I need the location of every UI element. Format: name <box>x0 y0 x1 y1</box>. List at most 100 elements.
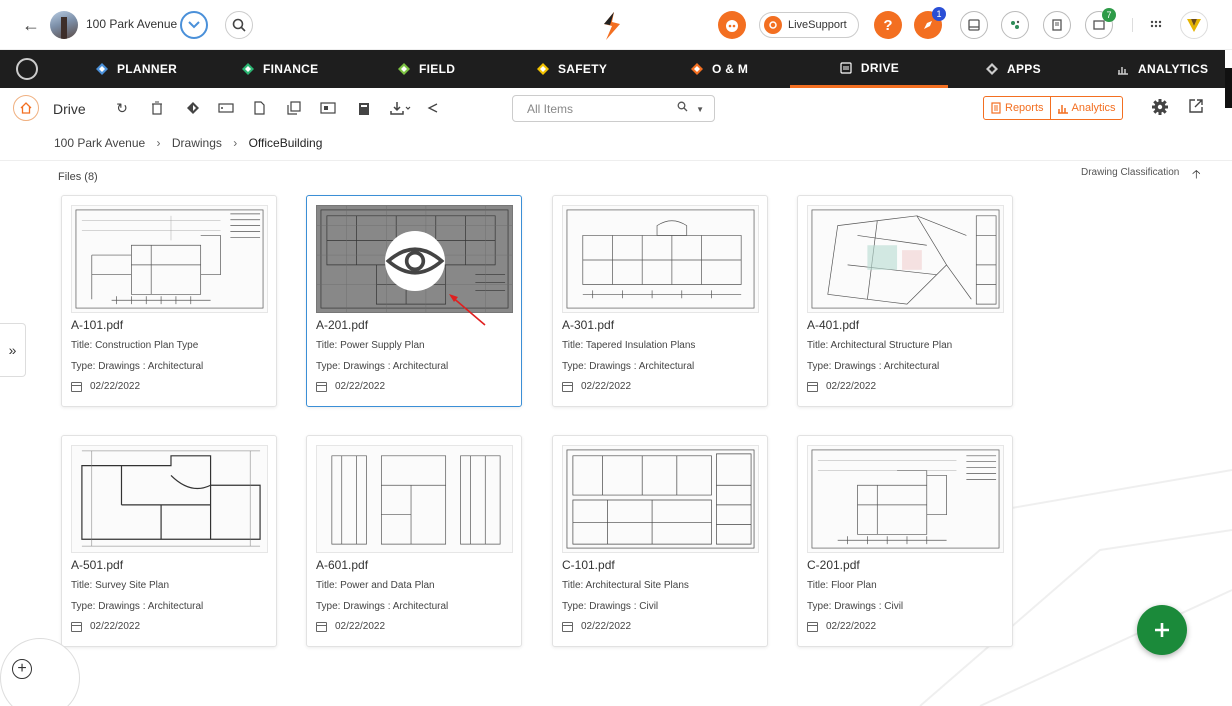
project-avatar[interactable] <box>50 11 78 39</box>
back-arrow-icon[interactable]: ← <box>22 15 40 36</box>
nav-apps[interactable]: APPS <box>985 50 1041 88</box>
global-search-button[interactable] <box>225 11 253 39</box>
field-icon <box>398 63 410 75</box>
file-card[interactable]: A-101.pdf Title: Construction Plan Type … <box>61 195 277 407</box>
file-card-selected[interactable]: A-201.pdf Title: Power Supply Plan Type:… <box>306 195 522 407</box>
search-placeholder: All Items <box>527 102 574 116</box>
file-card[interactable]: A-601.pdf Title: Power and Data Plan Typ… <box>306 435 522 647</box>
files-button[interactable] <box>1043 11 1071 39</box>
project-name[interactable]: 100 Park Avenue <box>86 17 177 31</box>
file-date: 02/22/2022 <box>562 621 631 632</box>
search-filter-icons[interactable]: ▼ <box>677 101 704 115</box>
calendar-icon <box>71 381 82 392</box>
file-name[interactable]: C-101.pdf <box>562 558 615 572</box>
pointer-arrow-annotation <box>449 294 486 326</box>
file-name[interactable]: A-501.pdf <box>71 558 123 572</box>
bot-assistant-button[interactable] <box>718 11 746 39</box>
file-card[interactable]: C-101.pdf Title: Architectural Site Plan… <box>552 435 768 647</box>
file-name[interactable]: A-101.pdf <box>71 318 123 332</box>
breadcrumb-item[interactable]: Drawings <box>172 136 222 150</box>
drawing-thumbnail[interactable] <box>71 445 268 553</box>
file-name[interactable]: A-601.pdf <box>316 558 368 572</box>
analytics-icon <box>1118 67 1128 75</box>
refresh-icon[interactable]: ↻ <box>113 99 131 117</box>
app-logo[interactable] <box>596 10 628 42</box>
drawing-thumbnail[interactable] <box>562 205 759 313</box>
nav-safety[interactable]: SAFETY <box>536 50 607 88</box>
file-type: Type: Drawings : Architectural <box>562 361 695 372</box>
analytics-button[interactable]: Analytics <box>1050 96 1123 120</box>
drawing-thumbnail[interactable] <box>562 445 759 553</box>
zoom-in-icon[interactable]: + <box>12 659 32 679</box>
calendar-icon <box>562 621 573 632</box>
nav-analytics[interactable]: ANALYTICS <box>1116 50 1208 88</box>
file-card[interactable]: A-501.pdf Title: Survey Site Plan Type: … <box>61 435 277 647</box>
drive-icon <box>840 61 852 74</box>
tag-icon[interactable] <box>217 99 235 117</box>
preview-button[interactable] <box>385 231 445 291</box>
sort-field-button[interactable]: Drawing Classification <box>1081 167 1179 178</box>
app-grid-button[interactable] <box>1142 11 1170 39</box>
file-name[interactable]: A-201.pdf <box>316 318 368 332</box>
drawing-thumbnail[interactable] <box>316 445 513 553</box>
chevron-right-icon: › <box>156 136 161 150</box>
nav-field[interactable]: FIELD <box>397 50 455 88</box>
copy-doc-icon[interactable] <box>250 99 268 117</box>
nav-om[interactable]: O & M <box>690 50 748 88</box>
nodes-icon <box>1011 20 1020 29</box>
duplicate-icon[interactable] <box>285 99 303 117</box>
drawing-thumbnail[interactable] <box>71 205 268 313</box>
nav-finance[interactable]: FINANCE <box>241 50 318 88</box>
share-icon[interactable] <box>424 99 442 117</box>
cart-button[interactable]: 7 <box>1085 8 1116 39</box>
cart-badge: 7 <box>1102 8 1116 22</box>
nav-menu-icon[interactable] <box>16 58 38 80</box>
drawing-thumbnail[interactable] <box>807 205 1004 313</box>
zoom-control[interactable]: + <box>0 638 80 706</box>
live-support-button[interactable]: LiveSupport <box>759 12 859 38</box>
expand-sidebar-button[interactable]: » <box>0 323 26 377</box>
sort-ascending-icon[interactable]: 🡡 <box>1192 165 1201 186</box>
items-search-input[interactable]: All Items ▼ <box>512 95 715 122</box>
project-dropdown-button[interactable] <box>180 11 208 39</box>
notifications-button[interactable]: 1 <box>914 7 946 39</box>
clipboard-icon[interactable] <box>355 99 373 117</box>
file-type: Type: Drawings : Civil <box>562 601 659 612</box>
move-icon[interactable] <box>185 99 203 117</box>
file-date: 02/22/2022 <box>807 381 876 392</box>
open-external-icon[interactable] <box>1188 98 1204 114</box>
file-card[interactable]: C-201.pdf Title: Floor Plan Type: Drawin… <box>797 435 1013 647</box>
file-date: 02/22/2022 <box>71 621 140 632</box>
divider <box>1132 18 1133 32</box>
delete-icon[interactable] <box>148 99 166 117</box>
report-buttons: Reports Analytics <box>983 96 1123 120</box>
plus-icon <box>1155 623 1169 637</box>
file-card[interactable]: A-401.pdf Title: Architectural Structure… <box>797 195 1013 407</box>
files-count-label: Files (8) <box>58 171 98 183</box>
user-avatar[interactable] <box>1180 11 1208 39</box>
home-button[interactable] <box>13 95 39 121</box>
integrations-button[interactable] <box>1001 11 1029 39</box>
file-name[interactable]: A-401.pdf <box>807 318 859 332</box>
help-button[interactable]: ? <box>874 11 902 39</box>
file-name[interactable]: A-301.pdf <box>562 318 614 332</box>
add-file-button[interactable] <box>1137 605 1187 655</box>
nav-planner[interactable]: PLANNER <box>95 50 177 88</box>
messages-button[interactable] <box>960 11 988 39</box>
file-date: 02/22/2022 <box>71 381 140 392</box>
file-type: Type: Drawings : Architectural <box>316 361 449 372</box>
calendar-icon <box>316 621 327 632</box>
breadcrumb-item[interactable]: 100 Park Avenue <box>54 136 145 150</box>
file-title: Title: Power and Data Plan <box>316 580 435 591</box>
image-icon[interactable] <box>319 99 337 117</box>
file-card[interactable]: A-301.pdf Title: Tapered Insulation Plan… <box>552 195 768 407</box>
reports-button[interactable]: Reports <box>983 96 1051 120</box>
drawing-thumbnail[interactable] <box>807 445 1004 553</box>
search-icon <box>232 18 246 32</box>
settings-gear-icon[interactable] <box>1151 98 1169 116</box>
download-icon[interactable] <box>389 99 413 117</box>
calendar-icon <box>562 381 573 392</box>
nav-drive[interactable]: DRIVE <box>790 50 948 88</box>
file-name[interactable]: C-201.pdf <box>807 558 860 572</box>
eye-icon <box>385 247 445 275</box>
